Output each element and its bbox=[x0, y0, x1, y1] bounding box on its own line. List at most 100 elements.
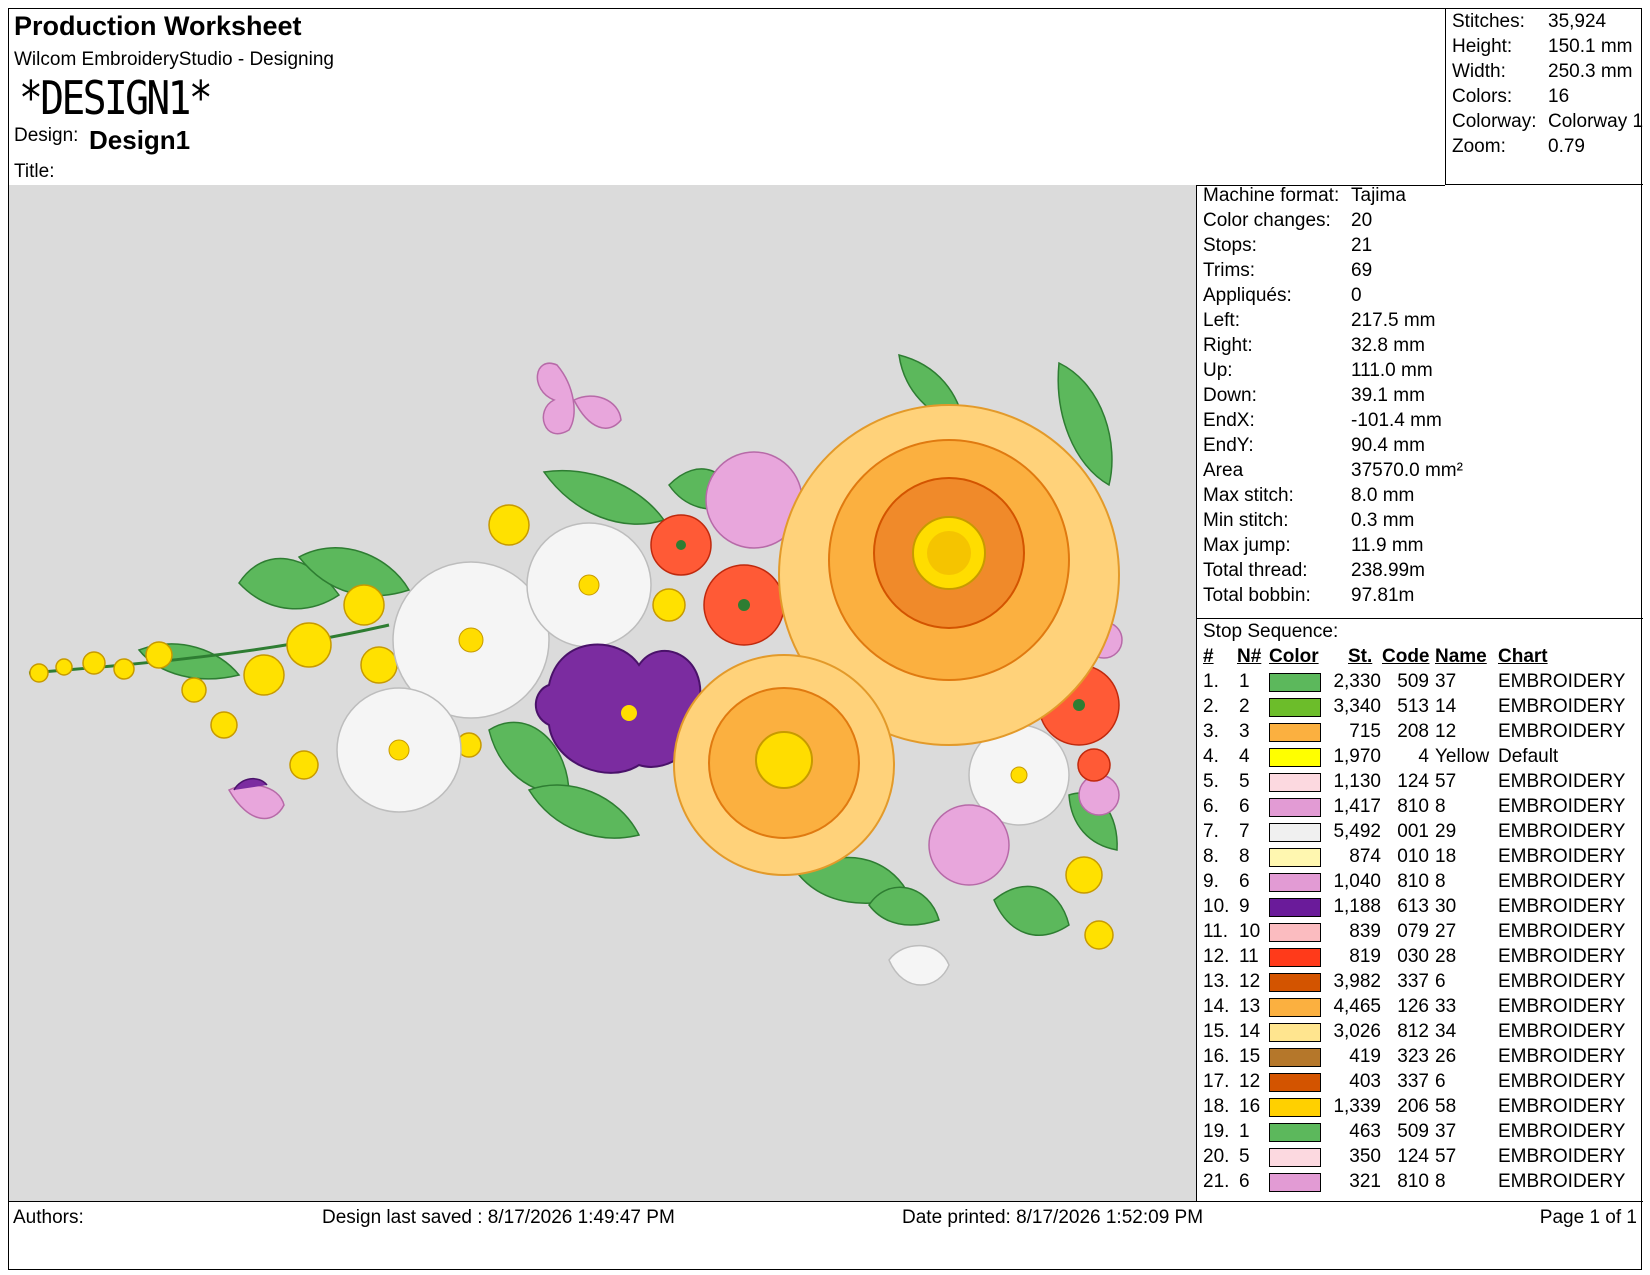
col-header-chart: Chart bbox=[1498, 646, 1548, 667]
stitch-count: 819 bbox=[1349, 946, 1381, 967]
thread-chart: EMBROIDERY bbox=[1498, 1146, 1626, 1167]
stop-sequence-label: Stop Sequence: bbox=[1203, 621, 1339, 642]
thread-code: 4 bbox=[1418, 746, 1429, 767]
thread-code: 513 bbox=[1397, 696, 1429, 717]
thread-chart: EMBROIDERY bbox=[1498, 671, 1626, 692]
stitch-count: 1,130 bbox=[1333, 771, 1381, 792]
stop-sequence-row: 12. 11 819 030 28 EMBROIDERY bbox=[1197, 946, 1643, 971]
thread-chart: EMBROIDERY bbox=[1498, 1121, 1626, 1142]
info-appliques: Appliqués: 0 bbox=[1203, 285, 1362, 306]
thread-name: 6 bbox=[1435, 971, 1446, 992]
thread-chart: EMBROIDERY bbox=[1498, 1171, 1626, 1192]
thread-code: 810 bbox=[1397, 871, 1429, 892]
col-header-stitches: St. bbox=[1348, 646, 1373, 667]
row-number: 3. bbox=[1203, 721, 1219, 742]
thread-color-swatch bbox=[1269, 673, 1321, 692]
row-number: 18. bbox=[1203, 1096, 1230, 1117]
stop-sequence-row: 17. 12 403 337 6 EMBROIDERY bbox=[1197, 1071, 1643, 1096]
needle-number: 5 bbox=[1239, 771, 1250, 792]
thread-chart: EMBROIDERY bbox=[1498, 996, 1626, 1017]
needle-number: 6 bbox=[1239, 1171, 1250, 1192]
needle-number: 11 bbox=[1239, 946, 1259, 967]
thread-code: 001 bbox=[1397, 821, 1429, 842]
stop-sequence-row: 20. 5 350 124 57 EMBROIDERY bbox=[1197, 1146, 1643, 1171]
stitch-count: 874 bbox=[1349, 846, 1381, 867]
stop-sequence-row: 2. 2 3,340 513 14 EMBROIDERY bbox=[1197, 696, 1643, 721]
application-name: Wilcom EmbroideryStudio - Designing bbox=[14, 49, 334, 70]
thread-code: 323 bbox=[1397, 1046, 1429, 1067]
thread-name: 8 bbox=[1435, 1171, 1446, 1192]
thread-color-swatch bbox=[1269, 1173, 1321, 1192]
thread-name: 58 bbox=[1435, 1096, 1457, 1117]
row-number: 21. bbox=[1203, 1171, 1230, 1192]
needle-number: 1 bbox=[1239, 1121, 1250, 1142]
info-down: Down: 39.1 mm bbox=[1203, 385, 1425, 406]
thread-color-swatch bbox=[1269, 773, 1321, 792]
needle-number: 15 bbox=[1239, 1046, 1261, 1067]
design-label: Design: bbox=[14, 125, 79, 146]
stitch-count: 1,040 bbox=[1333, 871, 1381, 892]
col-header-name: Name bbox=[1435, 646, 1487, 667]
thread-name: 6 bbox=[1435, 1071, 1446, 1092]
thread-chart: EMBROIDERY bbox=[1498, 1021, 1626, 1042]
needle-number: 7 bbox=[1239, 821, 1250, 842]
thread-name: 37 bbox=[1435, 1121, 1457, 1142]
row-number: 13. bbox=[1203, 971, 1230, 992]
thread-chart: EMBROIDERY bbox=[1498, 1096, 1626, 1117]
col-header-color: Color bbox=[1269, 646, 1319, 667]
stop-sequence-row: 13. 12 3,982 337 6 EMBROIDERY bbox=[1197, 971, 1643, 996]
stitch-count: 1,970 bbox=[1333, 746, 1381, 767]
row-number: 19. bbox=[1203, 1121, 1230, 1142]
row-number: 14. bbox=[1203, 996, 1230, 1017]
stop-sequence-row: 14. 13 4,465 126 33 EMBROIDERY bbox=[1197, 996, 1643, 1021]
design-display-name: *DESIGN1* bbox=[19, 71, 213, 125]
production-worksheet: Production Worksheet Wilcom EmbroiderySt… bbox=[8, 8, 1643, 1270]
thread-color-swatch bbox=[1269, 873, 1321, 892]
needle-number: 12 bbox=[1239, 1071, 1261, 1092]
thread-name: Yellow bbox=[1435, 746, 1490, 767]
row-number: 4. bbox=[1203, 746, 1219, 767]
thread-name: 18 bbox=[1435, 846, 1457, 867]
info-right: Right: 32.8 mm bbox=[1203, 335, 1425, 356]
info-trims: Trims: 69 bbox=[1203, 260, 1373, 281]
stop-sequence-row: 18. 16 1,339 206 58 EMBROIDERY bbox=[1197, 1096, 1643, 1121]
thread-chart: EMBROIDERY bbox=[1498, 771, 1626, 792]
thread-color-swatch bbox=[1269, 1023, 1321, 1042]
thread-name: 28 bbox=[1435, 946, 1457, 967]
stat-width: Width: 250.3 mm bbox=[1452, 61, 1633, 82]
thread-name: 30 bbox=[1435, 896, 1457, 917]
design-preview-canvas bbox=[9, 185, 1197, 1201]
needle-number: 8 bbox=[1239, 846, 1250, 867]
row-number: 11. bbox=[1203, 921, 1229, 942]
stitch-count: 3,026 bbox=[1333, 1021, 1381, 1042]
stitch-count: 715 bbox=[1349, 721, 1381, 742]
thread-chart: EMBROIDERY bbox=[1498, 971, 1626, 992]
stat-height: Height: 150.1 mm bbox=[1452, 36, 1633, 57]
thread-color-swatch bbox=[1269, 748, 1321, 767]
thread-color-swatch bbox=[1269, 798, 1321, 817]
row-number: 10. bbox=[1203, 896, 1230, 917]
stop-sequence-row: 16. 15 419 323 26 EMBROIDERY bbox=[1197, 1046, 1643, 1071]
thread-chart: EMBROIDERY bbox=[1498, 796, 1626, 817]
thread-code: 124 bbox=[1397, 1146, 1429, 1167]
info-endx: EndX: -101.4 mm bbox=[1203, 410, 1442, 431]
stop-sequence-row: 21. 6 321 810 8 EMBROIDERY bbox=[1197, 1171, 1643, 1196]
needle-number: 9 bbox=[1239, 896, 1250, 917]
thread-color-swatch bbox=[1269, 848, 1321, 867]
thread-chart: EMBROIDERY bbox=[1498, 896, 1626, 917]
stop-sequence-row: 15. 14 3,026 812 34 EMBROIDERY bbox=[1197, 1021, 1643, 1046]
info-max-stitch: Max stitch: 8.0 mm bbox=[1203, 485, 1415, 506]
row-number: 6. bbox=[1203, 796, 1219, 817]
thread-name: 37 bbox=[1435, 671, 1457, 692]
thread-code: 810 bbox=[1397, 1171, 1429, 1192]
stop-sequence-row: 7. 7 5,492 001 29 EMBROIDERY bbox=[1197, 821, 1643, 846]
stitch-count: 1,188 bbox=[1333, 896, 1381, 917]
floral-embroidery-artwork bbox=[28, 354, 1123, 986]
info-stops: Stops: 21 bbox=[1203, 235, 1373, 256]
worksheet-footer: Authors: Design last saved : 8/17/2026 1… bbox=[9, 1201, 1643, 1232]
info-min-stitch: Min stitch: 0.3 mm bbox=[1203, 510, 1415, 531]
stitch-count: 403 bbox=[1349, 1071, 1381, 1092]
stitch-count: 463 bbox=[1349, 1121, 1381, 1142]
thread-chart: EMBROIDERY bbox=[1498, 821, 1626, 842]
machine-info-panel: Machine format: Tajima Color changes: 20 S… bbox=[1197, 185, 1643, 618]
